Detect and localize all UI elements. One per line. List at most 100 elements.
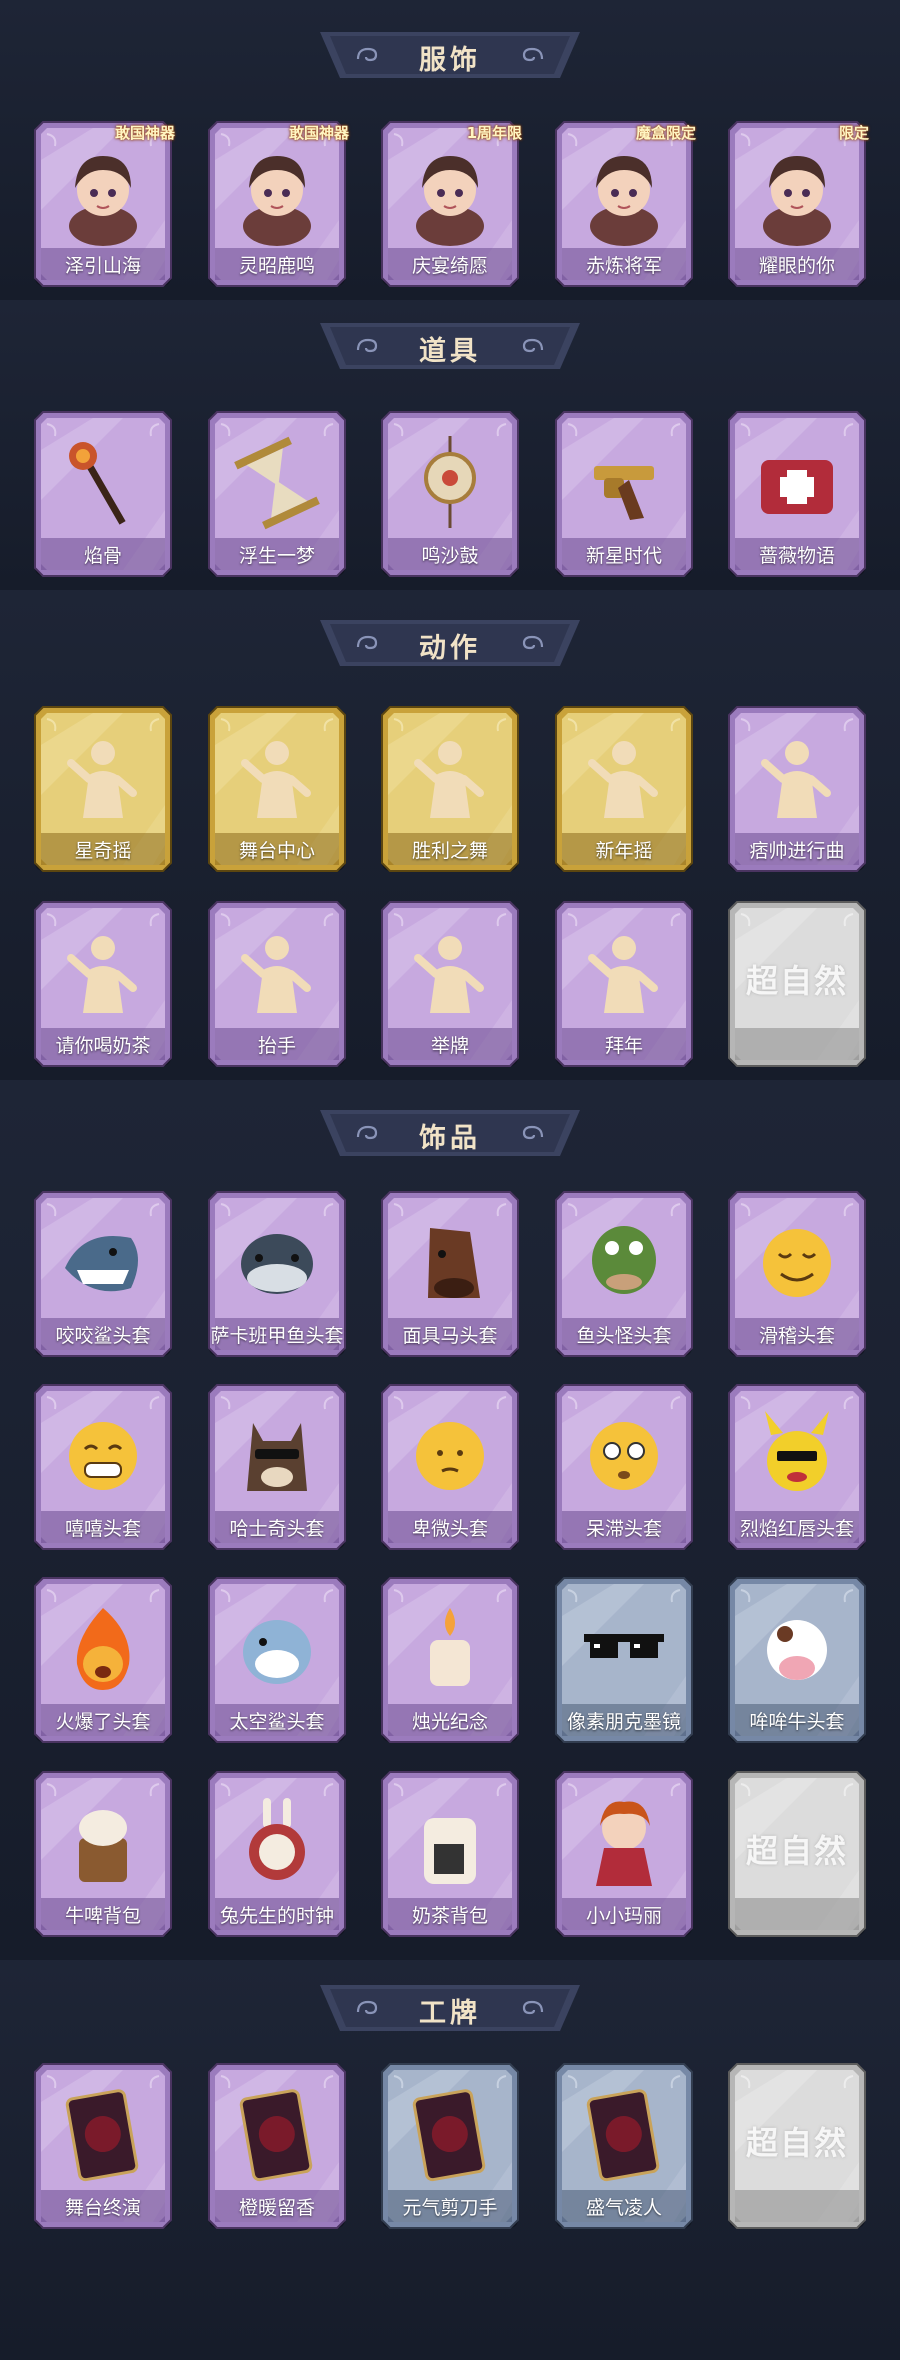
- reward-card[interactable]: 超自然: [727, 1770, 867, 1938]
- space-shark-icon: [227, 1594, 327, 1704]
- reward-card[interactable]: 哞哞牛头套: [727, 1576, 867, 1744]
- reward-card[interactable]: 拜年: [554, 900, 694, 1068]
- humble-face-icon: [400, 1401, 500, 1511]
- reward-card[interactable]: 元气剪刀手: [380, 2062, 520, 2230]
- watermark-text: 超自然: [745, 962, 848, 1000]
- limited-badge: 1周年限: [466, 124, 522, 142]
- reward-card[interactable]: 兔先生的时钟: [207, 1770, 347, 1938]
- reward-name: 庆宴绮愿: [411, 255, 488, 277]
- character-portrait-icon: [227, 138, 327, 248]
- reward-card[interactable]: 像素朋克墨镜: [554, 1576, 694, 1744]
- reward-card[interactable]: 滑稽头套: [727, 1190, 867, 1358]
- watermark-text: 超自然: [745, 2124, 848, 2162]
- milktea-backpack-icon: [400, 1788, 500, 1898]
- reward-name: 卑微头套: [411, 1518, 488, 1540]
- reward-card[interactable]: 举牌: [380, 900, 520, 1068]
- limited-badge: 敢国神器: [114, 124, 175, 142]
- husky-head-icon: [227, 1401, 327, 1511]
- reward-card[interactable]: 烛光纪念: [380, 1576, 520, 1744]
- reward-card[interactable]: 痞帅进行曲: [727, 705, 867, 873]
- medkit-icon: [747, 428, 847, 538]
- reward-card[interactable]: 火爆了头套: [33, 1576, 173, 1744]
- reward-card[interactable]: 舞台终演: [33, 2062, 173, 2230]
- reward-card[interactable]: 卑微头套: [380, 1383, 520, 1551]
- reward-card[interactable]: 抬手: [207, 900, 347, 1068]
- reward-name: 牛啤背包: [64, 1905, 141, 1927]
- funny-face-icon: [747, 1208, 847, 1318]
- fire-face-icon: [53, 1594, 153, 1704]
- reward-card[interactable]: 面具马头套: [380, 1190, 520, 1358]
- reward-name: 蔷薇物语: [758, 545, 835, 567]
- reward-name: 哞哞牛头套: [749, 1711, 845, 1733]
- reward-card[interactable]: 呆滞头套: [554, 1383, 694, 1551]
- section-header: 工牌: [320, 1985, 580, 2031]
- section-title: 饰品: [419, 1123, 481, 1154]
- badge-card-icon: [227, 2080, 327, 2190]
- reward-card[interactable]: 魔盒限定 赤炼将军: [554, 120, 696, 288]
- reward-name: 元气剪刀手: [402, 2197, 498, 2219]
- candle-icon: [400, 1594, 500, 1704]
- reward-card[interactable]: 烈焰红唇头套: [727, 1383, 867, 1551]
- reward-name: 鱼头怪头套: [576, 1325, 672, 1347]
- reward-name: 像素朋克墨镜: [566, 1711, 681, 1733]
- reward-name: 兔先生的时钟: [219, 1905, 334, 1927]
- reward-card[interactable]: 奶茶背包: [380, 1770, 520, 1938]
- reward-name: 奶茶背包: [411, 1905, 488, 1927]
- reward-card[interactable]: 星奇摇: [33, 705, 173, 873]
- pose-icon: [227, 723, 327, 833]
- cow-backpack-icon: [53, 1788, 153, 1898]
- character-portrait-icon: [53, 138, 153, 248]
- pose-icon: [53, 918, 153, 1028]
- pose-icon: [400, 918, 500, 1028]
- reward-card[interactable]: 敢国神器 泽引山海: [33, 120, 175, 288]
- reward-card[interactable]: 超自然: [727, 2062, 867, 2230]
- reward-name: 胜利之舞: [411, 840, 488, 862]
- watermark-text: 超自然: [745, 1832, 848, 1870]
- section-header: 道具: [320, 323, 580, 369]
- reward-name: 新年摇: [595, 840, 653, 862]
- reward-name: 舞台终演: [64, 2197, 141, 2219]
- reward-name: 面具马头套: [402, 1325, 498, 1347]
- reward-card[interactable]: 鸣沙鼓: [380, 410, 520, 578]
- reward-name: 咬咬鲨头套: [55, 1325, 151, 1347]
- reward-card[interactable]: 胜利之舞: [380, 705, 520, 873]
- reward-card[interactable]: 新年摇: [554, 705, 694, 873]
- reward-card[interactable]: 新星时代: [554, 410, 694, 578]
- reward-card[interactable]: 浮生一梦: [207, 410, 347, 578]
- reward-card[interactable]: 蔷薇物语: [727, 410, 867, 578]
- reward-name: 焰骨: [83, 545, 122, 567]
- revolver-icon: [574, 428, 674, 538]
- badge-card-icon: [53, 2080, 153, 2190]
- reward-name: 拜年: [604, 1035, 643, 1057]
- reward-name: 烈焰红唇头套: [739, 1518, 854, 1540]
- reward-name: 灵昭鹿鸣: [238, 255, 315, 277]
- dazed-face-icon: [574, 1401, 674, 1511]
- reward-card[interactable]: 橙暖留香: [207, 2062, 347, 2230]
- limited-badge: 敢国神器: [288, 124, 349, 142]
- reward-card[interactable]: 超自然: [727, 900, 867, 1068]
- reward-card[interactable]: 1周年限庆宴绮愿: [380, 120, 522, 288]
- reward-card[interactable]: 限定 耀眼的你: [727, 120, 869, 288]
- pixel-sunglasses-icon: [574, 1594, 674, 1704]
- reward-name: 请你喝奶茶: [55, 1035, 151, 1057]
- cow-head-icon: [747, 1594, 847, 1704]
- reward-card[interactable]: 舞台中心: [207, 705, 347, 873]
- reward-name: 举牌: [430, 1035, 469, 1057]
- reward-card[interactable]: 太空鲨头套: [207, 1576, 347, 1744]
- reward-card[interactable]: 嘻嘻头套: [33, 1383, 173, 1551]
- reward-card[interactable]: 小小玛丽: [554, 1770, 694, 1938]
- reward-card[interactable]: 鱼头怪头套: [554, 1190, 694, 1358]
- yellow-mascot-icon: [747, 1401, 847, 1511]
- reward-card[interactable]: 咬咬鲨头套: [33, 1190, 173, 1358]
- reward-card[interactable]: 焰骨: [33, 410, 173, 578]
- drum-icon: [400, 428, 500, 538]
- reward-card[interactable]: 敢国神器灵昭鹿鸣: [207, 120, 349, 288]
- reward-card[interactable]: 盛气凌人: [554, 2062, 694, 2230]
- pose-icon: [227, 918, 327, 1028]
- reward-card[interactable]: 牛啤背包: [33, 1770, 173, 1938]
- reward-card[interactable]: 哈士奇头套: [207, 1383, 347, 1551]
- reward-name: 抬手: [257, 1035, 296, 1057]
- reward-card[interactable]: 萨卡班甲鱼头套: [207, 1190, 347, 1358]
- limited-badge: 限定: [838, 124, 869, 142]
- reward-card[interactable]: 请你喝奶茶: [33, 900, 173, 1068]
